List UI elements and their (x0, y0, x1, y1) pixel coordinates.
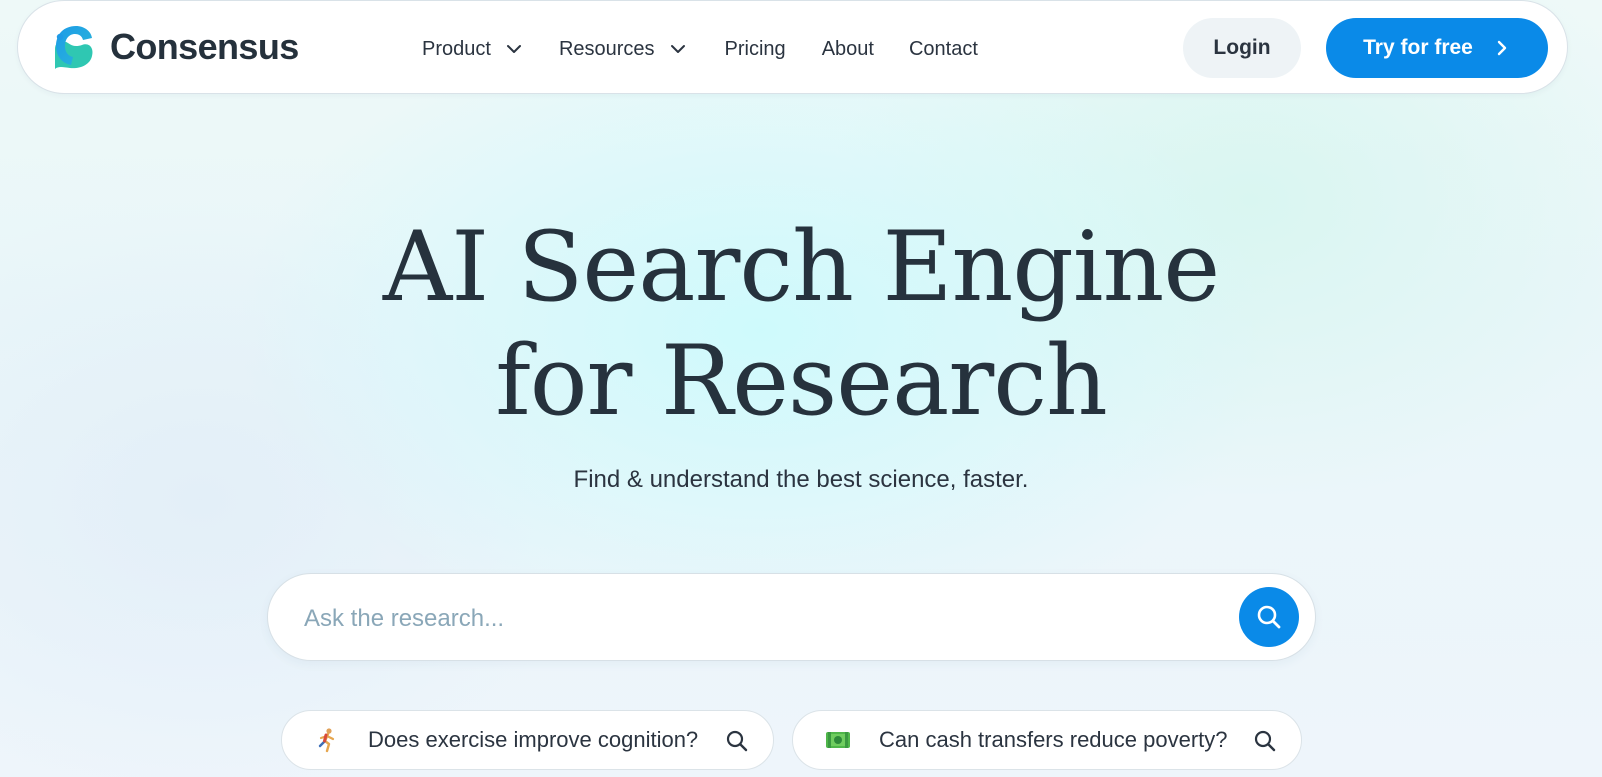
nav-item-label: Pricing (724, 37, 786, 60)
suggestion-chip[interactable]: Does exercise improve cognition? (281, 710, 774, 770)
nav-item-label: About (821, 37, 874, 60)
suggestion-text: Does exercise improve cognition? (368, 727, 699, 752)
search-button[interactable] (1239, 587, 1299, 647)
search-icon (726, 730, 748, 752)
try-for-free-label: Try for free (1363, 36, 1473, 59)
money-icon (825, 727, 851, 753)
running-person-icon (314, 727, 340, 753)
suggestion-chip[interactable]: Can cash transfers reduce poverty? (792, 710, 1302, 770)
hero-subtitle: Find & understand the best science, fast… (573, 466, 1029, 493)
nav-item-about[interactable]: About (822, 38, 874, 61)
nav-item-label: Contact (908, 37, 978, 60)
chevron-right-icon (1497, 40, 1507, 56)
nav-item-product[interactable]: Product (422, 38, 523, 61)
login-button[interactable]: Login (1183, 18, 1301, 78)
hero-title-line-1: AI Search Engine (382, 211, 1220, 323)
hero-title: AI Search Engine for Research (0, 210, 1602, 438)
try-for-free-button[interactable]: Try for free (1326, 18, 1548, 78)
search-input[interactable] (302, 596, 1186, 642)
brand-name: Consensus (110, 26, 299, 67)
consensus-logo-icon (55, 26, 93, 69)
search-icon (1254, 730, 1276, 752)
brand-logo[interactable]: Consensus (52, 23, 299, 71)
nav-item-label: Resources (558, 37, 655, 60)
nav-item-pricing[interactable]: Pricing (725, 38, 786, 61)
chevron-down-icon (670, 45, 685, 53)
site-header: Consensus Product Resources Pricing Abou… (17, 0, 1568, 94)
main-nav: Product Resources Pricing About Contact (422, 32, 978, 66)
suggestion-text: Can cash transfers reduce poverty? (879, 727, 1228, 752)
nav-item-resources[interactable]: Resources (559, 38, 687, 61)
search-bar (267, 573, 1316, 661)
hero-title-line-2: for Research (495, 325, 1108, 437)
chevron-down-icon (506, 45, 521, 53)
nav-item-contact[interactable]: Contact (909, 38, 978, 61)
search-icon (1257, 605, 1281, 629)
nav-item-label: Product (422, 37, 491, 60)
